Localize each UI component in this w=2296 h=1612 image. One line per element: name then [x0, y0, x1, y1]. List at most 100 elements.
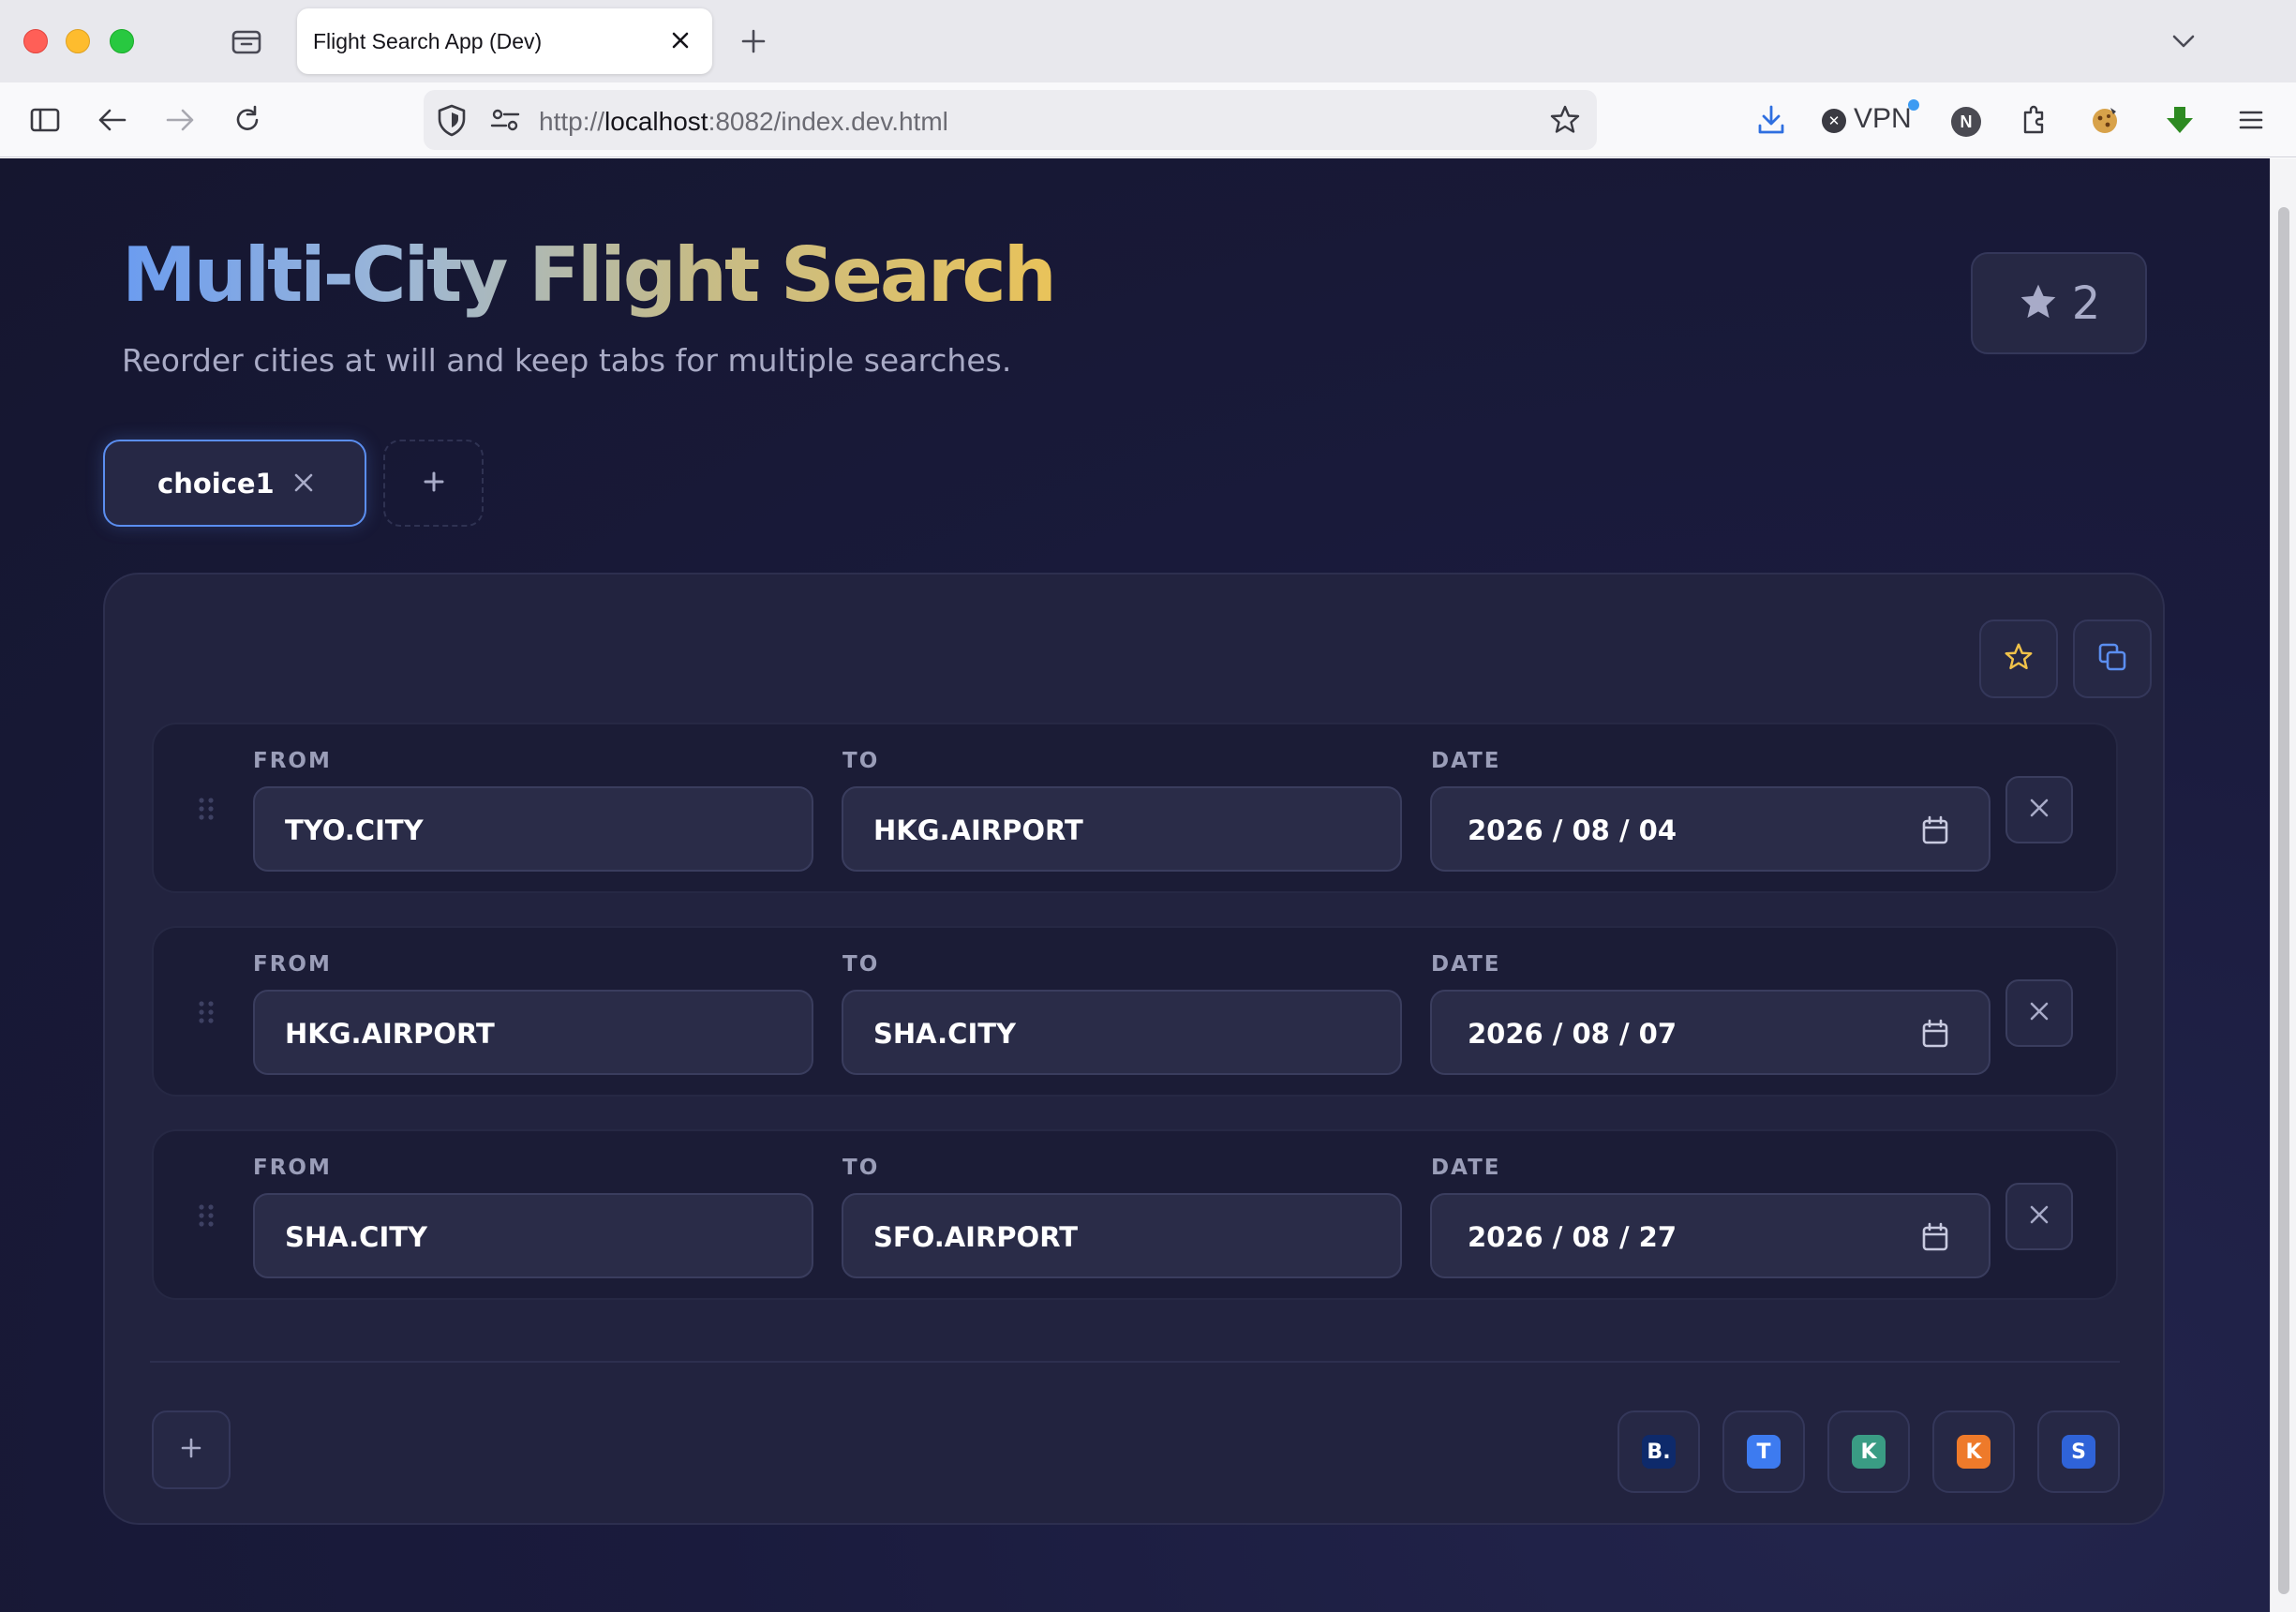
reload-icon[interactable]	[229, 101, 266, 139]
page-scrollbar[interactable]	[2270, 158, 2296, 1612]
duplicate-search-button[interactable]	[2073, 619, 2152, 698]
star-outline-icon	[2003, 641, 2035, 677]
tab-close-icon[interactable]	[667, 27, 693, 53]
bookmark-star-icon[interactable]	[1548, 103, 1582, 141]
search-tab-choice1[interactable]: choice1	[103, 440, 366, 527]
star-icon	[2018, 281, 2059, 326]
from-value: SHA.CITY	[285, 1221, 428, 1253]
remove-leg-button[interactable]	[2005, 776, 2073, 843]
vpn-status-icon: ✕	[1822, 109, 1846, 133]
remove-leg-button[interactable]	[2005, 1183, 2073, 1250]
provider-skyscanner-button[interactable]: S	[2037, 1410, 2120, 1493]
close-icon	[2026, 998, 2052, 1028]
date-value: 2026 / 08 / 04	[1468, 814, 1677, 846]
provider-logo: K	[1957, 1435, 1990, 1469]
favorites-button[interactable]: 2	[1971, 252, 2147, 354]
to-value: HKG.AIRPORT	[873, 814, 1083, 846]
favorites-count: 2	[2071, 276, 2101, 330]
to-input[interactable]: SHA.CITY	[842, 990, 1402, 1075]
forward-icon[interactable]	[161, 101, 199, 139]
extensions-icon[interactable]	[2015, 101, 2052, 139]
save-favorite-button[interactable]	[1979, 619, 2058, 698]
provider-logo: B.	[1642, 1435, 1676, 1469]
date-input[interactable]: 2026 / 08 / 07	[1430, 990, 1990, 1075]
permissions-icon[interactable]	[489, 105, 521, 139]
flight-leg-1: FROM TO DATE TYO.CITY HKG.AIRPORT 2026 /…	[152, 723, 2118, 893]
window-close-button[interactable]	[23, 29, 48, 53]
url-scheme: http://	[539, 107, 605, 136]
to-label: TO	[842, 952, 880, 977]
to-input[interactable]: SFO.AIRPORT	[842, 1193, 1402, 1278]
close-icon	[2026, 795, 2052, 825]
from-value: HKG.AIRPORT	[285, 1018, 495, 1050]
search-panel: FROM TO DATE TYO.CITY HKG.AIRPORT 2026 /…	[103, 573, 2165, 1525]
provider-kayak-button[interactable]: K	[1932, 1410, 2015, 1493]
flight-leg-3: FROM TO DATE SHA.CITY SFO.AIRPORT 2026 /…	[152, 1129, 2118, 1300]
app-page: Multi-City Flight Search Reorder cities …	[0, 158, 2270, 1612]
from-label: FROM	[253, 749, 332, 773]
new-tab-plus-icon[interactable]	[738, 26, 768, 56]
from-input[interactable]: HKG.AIRPORT	[253, 990, 813, 1075]
plus-icon	[422, 470, 446, 498]
date-input[interactable]: 2026 / 08 / 04	[1430, 786, 1990, 872]
from-input[interactable]: TYO.CITY	[253, 786, 813, 872]
back-icon[interactable]	[94, 101, 131, 139]
provider-trip-button[interactable]: T	[1722, 1410, 1805, 1493]
provider-logo: S	[2062, 1435, 2095, 1469]
browser-tab-active[interactable]: Flight Search App (Dev)	[297, 8, 712, 74]
from-label: FROM	[253, 952, 332, 977]
sidebar-icon[interactable]	[26, 101, 64, 139]
date-label: DATE	[1431, 749, 1501, 773]
url-host: localhost	[604, 107, 708, 136]
remove-leg-button[interactable]	[2005, 979, 2073, 1047]
add-leg-button[interactable]	[152, 1410, 231, 1489]
close-tab-icon[interactable]	[291, 470, 317, 496]
plus-icon	[178, 1435, 204, 1465]
date-label: DATE	[1431, 952, 1501, 977]
url-bar[interactable]: http://localhost:8082/index.dev.html	[424, 90, 1597, 150]
calendar-icon[interactable]	[1921, 1019, 1949, 1049]
to-input[interactable]: HKG.AIRPORT	[842, 786, 1402, 872]
date-value: 2026 / 08 / 27	[1468, 1221, 1677, 1253]
vpn-button[interactable]: VPN	[1854, 103, 1912, 135]
window-zoom-button[interactable]	[110, 29, 134, 53]
browser-navbar: http://localhost:8082/index.dev.html ✕ V…	[0, 82, 2296, 157]
shield-icon[interactable]	[435, 102, 469, 142]
scrollbar-thumb[interactable]	[2278, 207, 2289, 1594]
add-search-tab-button[interactable]	[383, 440, 484, 527]
drag-handle-icon[interactable]	[197, 1202, 216, 1229]
provider-kiwi-button[interactable]: K	[1827, 1410, 1910, 1493]
date-value: 2026 / 08 / 07	[1468, 1018, 1677, 1050]
provider-booking-button[interactable]: B.	[1618, 1410, 1700, 1493]
to-label: TO	[842, 749, 880, 773]
flight-leg-2: FROM TO DATE HKG.AIRPORT SHA.CITY 2026 /…	[152, 926, 2118, 1097]
from-input[interactable]: SHA.CITY	[253, 1193, 813, 1278]
from-value: TYO.CITY	[285, 814, 424, 846]
url-text: http://localhost:8082/index.dev.html	[539, 107, 948, 137]
date-input[interactable]: 2026 / 08 / 27	[1430, 1193, 1990, 1278]
to-value: SHA.CITY	[873, 1018, 1017, 1050]
copy-icon	[2096, 641, 2128, 677]
page-title: Multi-City Flight Search	[122, 231, 1057, 319]
drag-handle-icon[interactable]	[197, 796, 216, 822]
green-arrow-extension-icon[interactable]	[2161, 101, 2199, 139]
cookie-extension-icon[interactable]	[2086, 101, 2124, 139]
window-minimize-button[interactable]	[66, 29, 90, 53]
browser-tab-title: Flight Search App (Dev)	[313, 29, 543, 53]
from-label: FROM	[253, 1156, 332, 1180]
vpn-notification-dot	[1908, 99, 1919, 111]
calendar-icon[interactable]	[1921, 815, 1949, 845]
date-label: DATE	[1431, 1156, 1501, 1180]
menu-icon[interactable]	[2232, 101, 2270, 139]
profile-avatar[interactable]: N	[1951, 107, 1981, 137]
tab-groups-icon[interactable]	[231, 26, 262, 56]
calendar-icon[interactable]	[1921, 1222, 1949, 1252]
to-label: TO	[842, 1156, 880, 1180]
drag-handle-icon[interactable]	[197, 999, 216, 1025]
browser-tabbar: Flight Search App (Dev)	[0, 0, 2296, 82]
browser-chrome: Flight Search App (Dev) http://localhost…	[0, 0, 2296, 157]
list-tabs-chevron-down-icon[interactable]	[2169, 26, 2199, 56]
provider-logo: K	[1852, 1435, 1886, 1469]
download-icon[interactable]	[1752, 101, 1790, 139]
page-subtitle: Reorder cities at will and keep tabs for…	[122, 342, 1012, 379]
